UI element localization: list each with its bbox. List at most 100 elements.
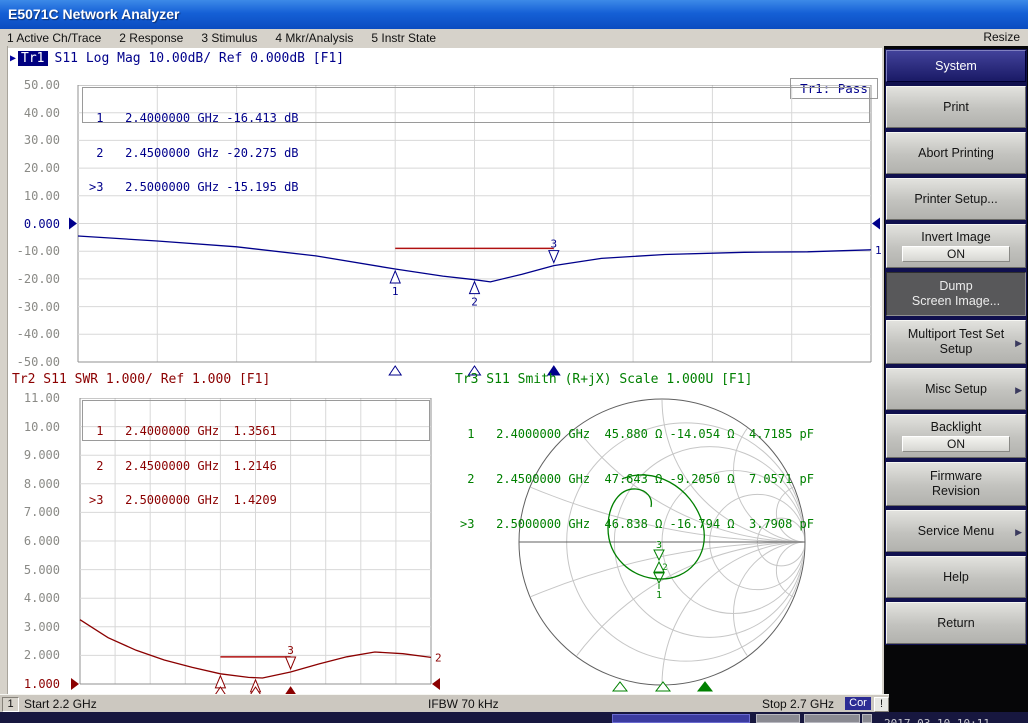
softkey-label: Screen Image... <box>912 294 1000 309</box>
softkey-label: Revision <box>932 484 980 499</box>
taskbar-item[interactable] <box>612 714 750 723</box>
softkey-misc-setup[interactable]: Misc Setup ▶ <box>886 368 1026 410</box>
tr3-marker-row: >3 2.5000000 GHz 46.838 Ω -16.794 Ω 3.79… <box>460 517 814 532</box>
softkey-backlight-toggle[interactable]: ON <box>902 436 1010 452</box>
y-tick-label: 50.00 <box>10 78 60 92</box>
y-tick-label: 0.000 <box>10 217 60 231</box>
status-bar: 1 Start 2.2 GHz IFBW 70 kHz Stop 2.7 GHz… <box>0 694 889 712</box>
tr1-format-label: S11 Log Mag 10.00dB/ Ref 0.000dB [F1] <box>55 51 345 66</box>
softkey-label: Service Menu <box>918 524 994 539</box>
softkey-invert-image[interactable]: Invert ImageON <box>886 224 1026 268</box>
y-tick-label: -20.00 <box>10 272 60 286</box>
tr2-marker-row: 2 2.4500000 GHz 1.2146 <box>89 461 429 473</box>
submenu-arrow-icon: ▶ <box>1015 336 1022 351</box>
softkey-label: Print <box>943 100 969 115</box>
svg-text:3: 3 <box>550 238 557 251</box>
tr2-marker-row: >3 2.5000000 GHz 1.4209 <box>89 495 429 507</box>
softkey-invert-image-toggle[interactable]: ON <box>902 246 1010 262</box>
svg-text:2: 2 <box>435 651 441 664</box>
menu-item-stimulus[interactable]: 3 Stimulus <box>201 31 257 45</box>
softkey-label: Return <box>937 616 975 631</box>
y-tick-label: 30.00 <box>10 133 60 147</box>
svg-text:2: 2 <box>471 296 478 309</box>
y-tick-label: 5.000 <box>10 563 60 577</box>
tr3-marker-row: 1 2.4000000 GHz 45.880 Ω -14.054 Ω 4.718… <box>460 427 814 442</box>
y-tick-label: 3.000 <box>10 620 60 634</box>
submenu-arrow-icon: ▶ <box>1015 383 1022 398</box>
softkey-label: Dump <box>939 279 972 294</box>
softkey-label: Backlight <box>931 420 982 435</box>
y-tick-label: 2.000 <box>10 648 60 662</box>
y-tick-label: 9.000 <box>10 448 60 462</box>
softkey-abort-printing[interactable]: Abort Printing <box>886 132 1026 174</box>
softkey-dump-screen-image[interactable]: DumpScreen Image... <box>886 272 1026 316</box>
svg-text:1: 1 <box>875 244 881 257</box>
svg-text:1: 1 <box>392 285 399 298</box>
taskbar-item[interactable] <box>756 714 800 723</box>
stop-frequency: Stop 2.7 GHz <box>762 697 834 711</box>
taskbar-item[interactable] <box>862 714 872 723</box>
softkey-label: Misc Setup <box>925 382 987 397</box>
softkey-label: Multiport Test Set <box>908 327 1004 342</box>
y-tick-label: 10.00 <box>10 420 60 434</box>
title-bar: E5071C Network Analyzer <box>0 0 1028 29</box>
softkey-help[interactable]: Help <box>886 556 1026 598</box>
taskbar-item[interactable] <box>804 714 860 723</box>
tr3-marker-table: 1 2.4000000 GHz 45.880 Ω -14.054 Ω 4.718… <box>460 397 814 562</box>
y-tick-label: 40.00 <box>10 106 60 120</box>
tr2-marker-table: 1 2.4000000 GHz 1.3561 2 2.4500000 GHz 1… <box>82 400 430 441</box>
e5071c-window: E5071C Network Analyzer 1 Active Ch/Trac… <box>0 0 1028 723</box>
y-tick-label: 8.000 <box>10 477 60 491</box>
softkey-system[interactable]: System <box>886 50 1026 82</box>
y-tick-label: 6.000 <box>10 534 60 548</box>
tr2-header[interactable]: Tr2 S11 SWR 1.000/ Ref 1.000 [F1] <box>12 372 270 387</box>
y-tick-label: 11.00 <box>10 391 60 405</box>
start-frequency: Start 2.2 GHz <box>24 697 97 711</box>
tr1-chip: Tr1 <box>18 51 47 66</box>
tr1-marker-row: 2 2.4500000 GHz -20.275 dB <box>89 148 869 160</box>
menu-item-instr-state[interactable]: 5 Instr State <box>371 31 436 45</box>
tr2-marker-row: 1 2.4000000 GHz 1.3561 <box>89 426 429 438</box>
active-trace-arrow-icon: ▶ <box>10 53 16 64</box>
tr3-header[interactable]: Tr3 S11 Smith (R+jX) Scale 1.000U [F1] <box>455 372 752 387</box>
softkey-label: Setup <box>940 342 973 357</box>
y-tick-label: 20.00 <box>10 161 60 175</box>
y-tick-label: -30.00 <box>10 300 60 314</box>
softkey-backlight[interactable]: BacklightON <box>886 414 1026 458</box>
softkey-label: System <box>935 59 977 74</box>
menu-item-response[interactable]: 2 Response <box>119 31 183 45</box>
window-left-frame <box>0 46 8 694</box>
tr1-marker-table: 1 2.4000000 GHz -16.413 dB 2 2.4500000 G… <box>82 87 870 123</box>
svg-text:3: 3 <box>287 644 294 657</box>
y-tick-label: 1.000 <box>10 677 60 691</box>
ifbw-readout: IFBW 70 kHz <box>428 697 499 711</box>
softkey-print[interactable]: Print <box>886 86 1026 128</box>
resize-button[interactable]: Resize <box>983 29 1020 46</box>
tr3-marker-row: 2 2.4500000 GHz 47.643 Ω -9.2050 Ω 7.057… <box>460 472 814 487</box>
tr1-header[interactable]: ▶ Tr1 S11 Log Mag 10.00dB/ Ref 0.000dB [… <box>10 51 344 66</box>
softkey-label: Printer Setup... <box>914 192 997 207</box>
softkey-return[interactable]: Return <box>886 602 1026 644</box>
taskbar-clock-partial: 2017-03-10 10:11 <box>884 717 1028 723</box>
softkey-firmware-revision[interactable]: FirmwareRevision <box>886 462 1026 506</box>
menu-item-mkr-analysis[interactable]: 4 Mkr/Analysis <box>275 31 353 45</box>
warning-badge[interactable]: ! <box>874 697 889 712</box>
menu-bar: 1 Active Ch/Trace 2 Response 3 Stimulus 4 M… <box>0 29 1028 46</box>
taskbar-sliver: 2017-03-10 10:11 <box>0 712 1028 723</box>
tr1-marker-row: 1 2.4000000 GHz -16.413 dB <box>89 113 869 125</box>
svg-text:1: 1 <box>656 590 662 601</box>
softkey-label: Firmware <box>930 469 982 484</box>
y-tick-label: 4.000 <box>10 591 60 605</box>
menu-item-active-ch-trace[interactable]: 1 Active Ch/Trace <box>7 31 101 45</box>
y-tick-label: -40.00 <box>10 327 60 341</box>
submenu-arrow-icon: ▶ <box>1015 525 1022 540</box>
softkey-label: Invert Image <box>921 230 990 245</box>
softkey-printer-setup[interactable]: Printer Setup... <box>886 178 1026 220</box>
softkey-sidebar: System Print Abort Printing Printer Setup..… <box>884 46 1028 723</box>
y-tick-label: -10.00 <box>10 244 60 258</box>
channel-indicator: 1 <box>2 697 19 712</box>
softkey-service-menu[interactable]: Service Menu ▶ <box>886 510 1026 552</box>
y-tick-label: 10.00 <box>10 189 60 203</box>
softkey-multiport-test-set-setup[interactable]: Multiport Test SetSetup ▶ <box>886 320 1026 364</box>
instrument-display: ▶ Tr1 S11 Log Mag 10.00dB/ Ref 0.000dB [… <box>8 48 882 694</box>
